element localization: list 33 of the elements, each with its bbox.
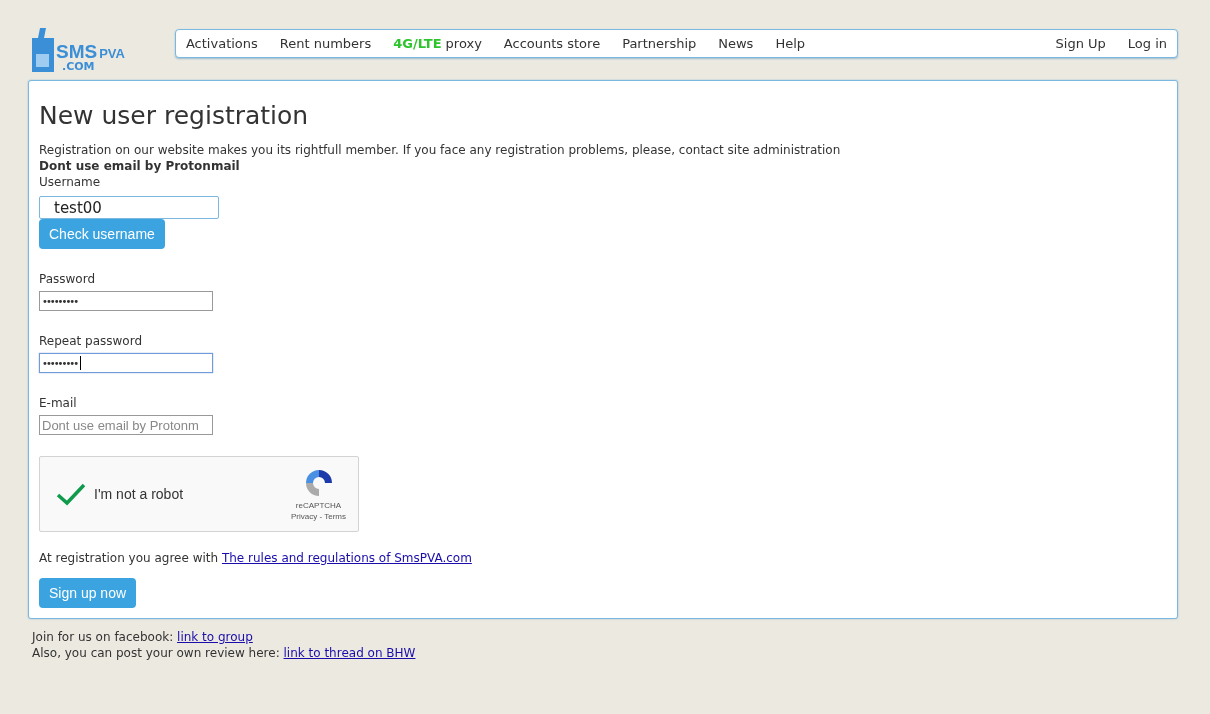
footer-link[interactable]: link to thread on BHW [283, 646, 416, 660]
nav-link[interactable]: Rent numbers [279, 35, 372, 51]
nav-link[interactable]: Log in [1127, 35, 1167, 51]
privacy-terms-link[interactable]: Privacy - Terms [291, 512, 346, 521]
recaptcha-label: reCAPTCHA [295, 501, 342, 510]
input-field[interactable]: ••••••••• [39, 291, 213, 311]
intro-text: Registration on our website makes you its rightfull member. If you face any registration problems, please, contact site administration [39, 142, 842, 158]
nav-link[interactable]: Help [775, 35, 806, 51]
nav-link[interactable]: Activations [185, 35, 258, 51]
input-field[interactable]: Dont use email by Protonm [39, 415, 213, 435]
nav-link[interactable]: Partnership [622, 35, 697, 51]
field-label: Repeat password [39, 333, 144, 349]
logo-domain: .COM [62, 61, 96, 72]
field-label: Username [39, 174, 102, 190]
footer-link[interactable]: link to group [177, 630, 253, 644]
page-title: New user registration [39, 101, 310, 130]
nav-link[interactable]: 4G/LTE proxy [393, 35, 482, 51]
logo-text: SMS PVA [56, 42, 125, 61]
input-field[interactable]: ••••••••• [39, 353, 213, 373]
field-label: E-mail [39, 395, 78, 411]
nav-link[interactable]: News [718, 35, 754, 51]
checkmark-icon[interactable] [56, 482, 86, 506]
sim-card-icon [32, 28, 54, 72]
field-label: Password [39, 271, 97, 287]
captcha-label: I'm not a robot [94, 486, 184, 502]
footer-text: Also, you can post your own review here: [32, 646, 281, 660]
warning-text: Dont use email by Protonmail [39, 158, 241, 174]
agreement-text: At registration you agree with [39, 551, 220, 565]
footer-text: Join for us on facebook: [32, 630, 175, 644]
nav-link[interactable]: Sign Up [1055, 35, 1106, 51]
rules-link[interactable]: The rules and regulations of SmsPVA.com [221, 551, 472, 565]
username-field[interactable]: test00 [39, 196, 219, 219]
nav-link[interactable]: Accounts store [503, 35, 601, 51]
